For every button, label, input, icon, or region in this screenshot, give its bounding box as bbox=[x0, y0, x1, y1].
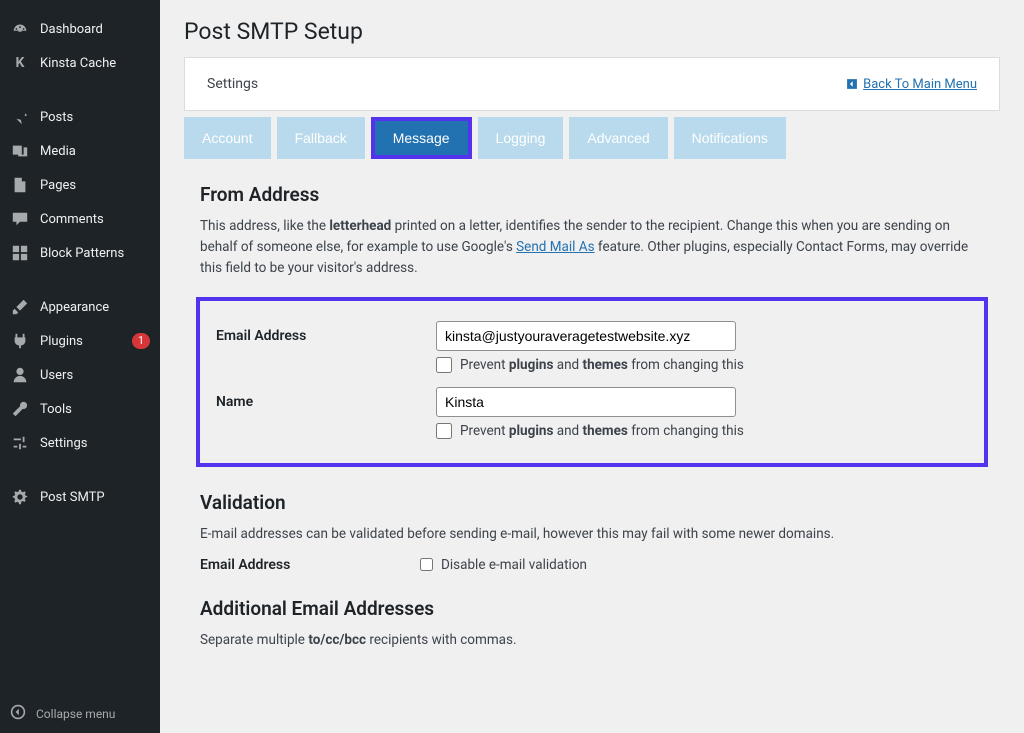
from-address-title: From Address bbox=[200, 183, 984, 206]
sidebar-item-label: Post SMTP bbox=[40, 490, 150, 505]
gear-icon bbox=[10, 487, 30, 507]
back-to-main-menu-link[interactable]: Back To Main Menu bbox=[845, 77, 977, 92]
name-input[interactable] bbox=[436, 387, 736, 417]
sliders-icon bbox=[10, 433, 30, 453]
dashboard-icon bbox=[10, 19, 30, 39]
validation-description: E-mail addresses can be validated before… bbox=[200, 524, 984, 545]
page-title: Post SMTP Setup bbox=[184, 18, 1000, 45]
tab-notifications[interactable]: Notifications bbox=[674, 117, 786, 159]
sidebar-item-post-smtp[interactable]: Post SMTP bbox=[0, 480, 160, 514]
sidebar-item-label: Settings bbox=[40, 436, 150, 451]
sidebar-item-users[interactable]: Users bbox=[0, 358, 160, 392]
sidebar-item-label: Plugins bbox=[40, 334, 122, 349]
send-mail-as-link[interactable]: Send Mail As bbox=[516, 239, 594, 255]
additional-title: Additional Email Addresses bbox=[200, 597, 984, 620]
settings-card: Settings Back To Main Menu bbox=[184, 57, 1000, 111]
sidebar-item-pages[interactable]: Pages bbox=[0, 168, 160, 202]
sidebar-item-label: Posts bbox=[40, 110, 150, 125]
back-link-label: Back To Main Menu bbox=[863, 77, 977, 92]
sidebar-item-label: Dashboard bbox=[40, 22, 150, 37]
tab-message[interactable]: Message bbox=[375, 121, 468, 155]
email-address-label: Email Address bbox=[216, 328, 436, 344]
sidebar-item-label: Kinsta Cache bbox=[40, 56, 150, 71]
sidebar-item-dashboard[interactable]: Dashboard bbox=[0, 12, 160, 46]
disable-validation-checkbox[interactable] bbox=[420, 558, 433, 571]
media-icon bbox=[10, 141, 30, 161]
tab-logging[interactable]: Logging bbox=[478, 117, 564, 159]
sidebar-item-label: Tools bbox=[40, 402, 150, 417]
sidebar-item-label: Block Patterns bbox=[40, 246, 150, 261]
sidebar-item-kinsta-cache[interactable]: K Kinsta Cache bbox=[0, 46, 160, 80]
from-address-section: From Address This address, like the lett… bbox=[200, 183, 984, 467]
sidebar-item-plugins[interactable]: Plugins 1 bbox=[0, 324, 160, 358]
pin-icon bbox=[10, 107, 30, 127]
prevent-email-override-label: Prevent plugins and themes from changing… bbox=[460, 357, 744, 373]
validation-email-label: Email Address bbox=[200, 557, 420, 573]
sidebar-item-label: Media bbox=[40, 144, 150, 159]
sidebar-item-block-patterns[interactable]: Block Patterns bbox=[0, 236, 160, 270]
settings-heading: Settings bbox=[207, 76, 258, 92]
validation-title: Validation bbox=[200, 491, 984, 514]
tab-message-highlight: Message bbox=[371, 117, 472, 159]
sidebar-item-settings[interactable]: Settings bbox=[0, 426, 160, 460]
validation-section: Validation E-mail addresses can be valid… bbox=[200, 491, 984, 573]
pages-icon bbox=[10, 175, 30, 195]
collapse-menu-label: Collapse menu bbox=[36, 707, 115, 721]
additional-description: Separate multiple to/cc/bcc recipients w… bbox=[200, 630, 984, 651]
plug-icon bbox=[10, 331, 30, 351]
sidebar-item-comments[interactable]: Comments bbox=[0, 202, 160, 236]
from-address-form-highlight: Email Address Prevent plugins and themes… bbox=[196, 297, 988, 467]
brush-icon bbox=[10, 297, 30, 317]
tab-advanced[interactable]: Advanced bbox=[569, 117, 667, 159]
email-address-input[interactable] bbox=[436, 321, 736, 351]
sidebar-item-label: Appearance bbox=[40, 300, 150, 315]
additional-section: Additional Email Addresses Separate mult… bbox=[200, 597, 984, 651]
kinsta-icon: K bbox=[10, 53, 30, 73]
sidebar-item-appearance[interactable]: Appearance bbox=[0, 290, 160, 324]
tab-account[interactable]: Account bbox=[184, 117, 271, 159]
main-content: Post SMTP Setup Settings Back To Main Me… bbox=[160, 0, 1024, 733]
admin-sidebar: Dashboard K Kinsta Cache Posts Media Pag… bbox=[0, 0, 160, 733]
prevent-name-override-checkbox[interactable] bbox=[436, 423, 452, 439]
tabs-nav: Account Fallback Message Logging Advance… bbox=[184, 117, 1000, 159]
comment-icon bbox=[10, 209, 30, 229]
blocks-icon bbox=[10, 243, 30, 263]
from-address-description: This address, like the letterhead printe… bbox=[200, 216, 984, 279]
prevent-name-override-label: Prevent plugins and themes from changing… bbox=[460, 423, 744, 439]
user-icon bbox=[10, 365, 30, 385]
sidebar-item-label: Users bbox=[40, 368, 150, 383]
tab-fallback[interactable]: Fallback bbox=[277, 117, 365, 159]
sidebar-item-label: Comments bbox=[40, 212, 150, 227]
prevent-email-override-checkbox[interactable] bbox=[436, 357, 452, 373]
sidebar-item-posts[interactable]: Posts bbox=[0, 100, 160, 134]
name-label: Name bbox=[216, 394, 436, 410]
sidebar-item-label: Pages bbox=[40, 178, 150, 193]
wrench-icon bbox=[10, 399, 30, 419]
sidebar-item-tools[interactable]: Tools bbox=[0, 392, 160, 426]
collapse-menu-button[interactable]: Collapse menu bbox=[0, 694, 160, 733]
back-arrow-icon bbox=[845, 77, 859, 91]
sidebar-item-media[interactable]: Media bbox=[0, 134, 160, 168]
plugins-update-badge: 1 bbox=[132, 333, 150, 349]
disable-validation-label: Disable e-mail validation bbox=[441, 557, 587, 573]
collapse-icon bbox=[10, 704, 26, 723]
